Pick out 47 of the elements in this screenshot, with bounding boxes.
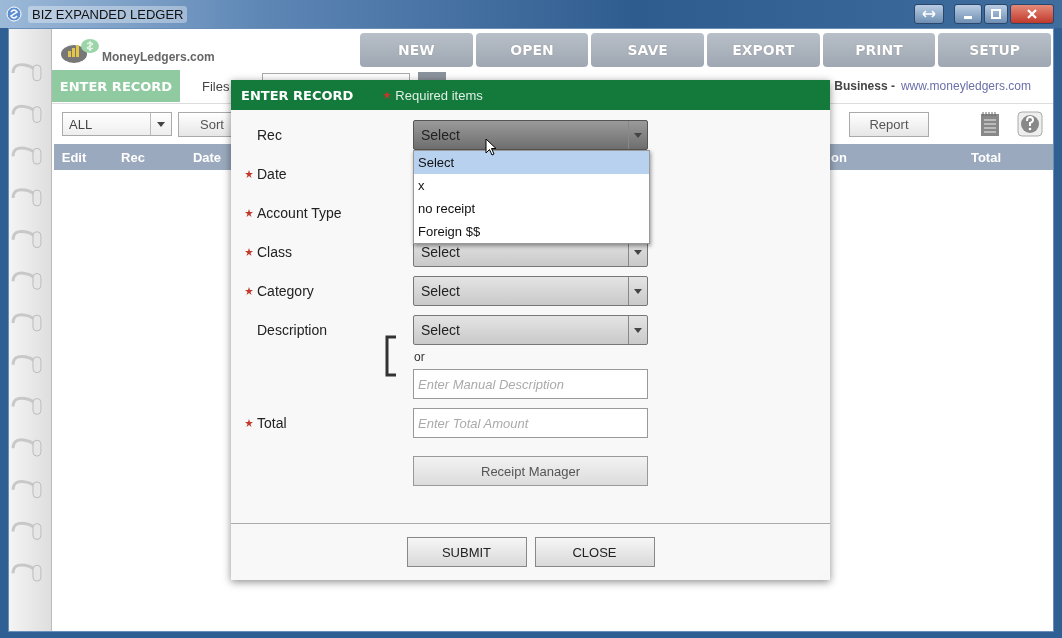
description-field[interactable]: Enter Manual Description — [413, 369, 648, 399]
dialog-button[interactable]: SUBMIT — [406, 537, 527, 567]
files-label: Files — [202, 78, 231, 94]
select-dropdown[interactable]: Select — [413, 276, 648, 306]
close-button[interactable] — [1010, 4, 1054, 24]
help-icon[interactable] — [1017, 111, 1043, 137]
dropdown-option[interactable]: no receipt — [414, 197, 649, 220]
notepad-icon[interactable] — [979, 111, 1001, 137]
dialog-button[interactable]: CLOSE — [534, 537, 655, 567]
bracket-drawing — [383, 335, 399, 377]
select-dropdown[interactable]: Select — [413, 120, 648, 150]
field-label: Description — [257, 321, 329, 340]
field-label: Account Type — [257, 204, 343, 223]
tagline-text: Business - — [834, 79, 895, 93]
app-icon — [6, 6, 22, 22]
dropdown-option[interactable]: x — [414, 174, 649, 197]
report-button[interactable]: Report — [849, 111, 929, 137]
column-header: Total — [970, 149, 1002, 165]
column-header: on — [831, 149, 847, 165]
column-header: Rec — [121, 149, 145, 165]
total-field[interactable]: Enter Total Amount — [413, 408, 648, 438]
logo-text: MoneyLedgers.com — [102, 49, 215, 64]
minimize-icon — [964, 15, 972, 19]
website-link[interactable]: www.moneyledgers.com — [900, 79, 1031, 93]
or-label: or — [414, 350, 426, 364]
maximize-button[interactable] — [984, 4, 1008, 24]
field-label: Category — [257, 282, 315, 301]
dropdown-option[interactable]: Select — [414, 151, 649, 174]
resize-icon — [922, 8, 936, 20]
close-icon — [1025, 8, 1039, 20]
maximize-icon — [989, 8, 1003, 20]
field-label: Class — [257, 243, 293, 262]
window-title: BIZ EXPANDED LEDGER — [28, 5, 188, 23]
dialog-title: ENTER RECORD — [241, 87, 354, 103]
minimize-button[interactable] — [954, 4, 982, 24]
resize-button[interactable] — [914, 4, 944, 24]
receipt-manager-button[interactable]: Receipt Manager — [413, 456, 648, 486]
column-header: Date — [192, 149, 222, 165]
field-label: Date — [257, 165, 288, 184]
field-label: Rec — [257, 126, 283, 145]
required-icon — [383, 91, 392, 99]
filter-dropdown[interactable]: ALL — [62, 112, 172, 136]
field-label: Total — [257, 414, 288, 433]
column-header: Edit — [61, 149, 87, 165]
required-note: Required items — [395, 87, 483, 103]
logo-icon — [60, 36, 100, 64]
select-dropdown[interactable]: Select — [413, 315, 648, 345]
